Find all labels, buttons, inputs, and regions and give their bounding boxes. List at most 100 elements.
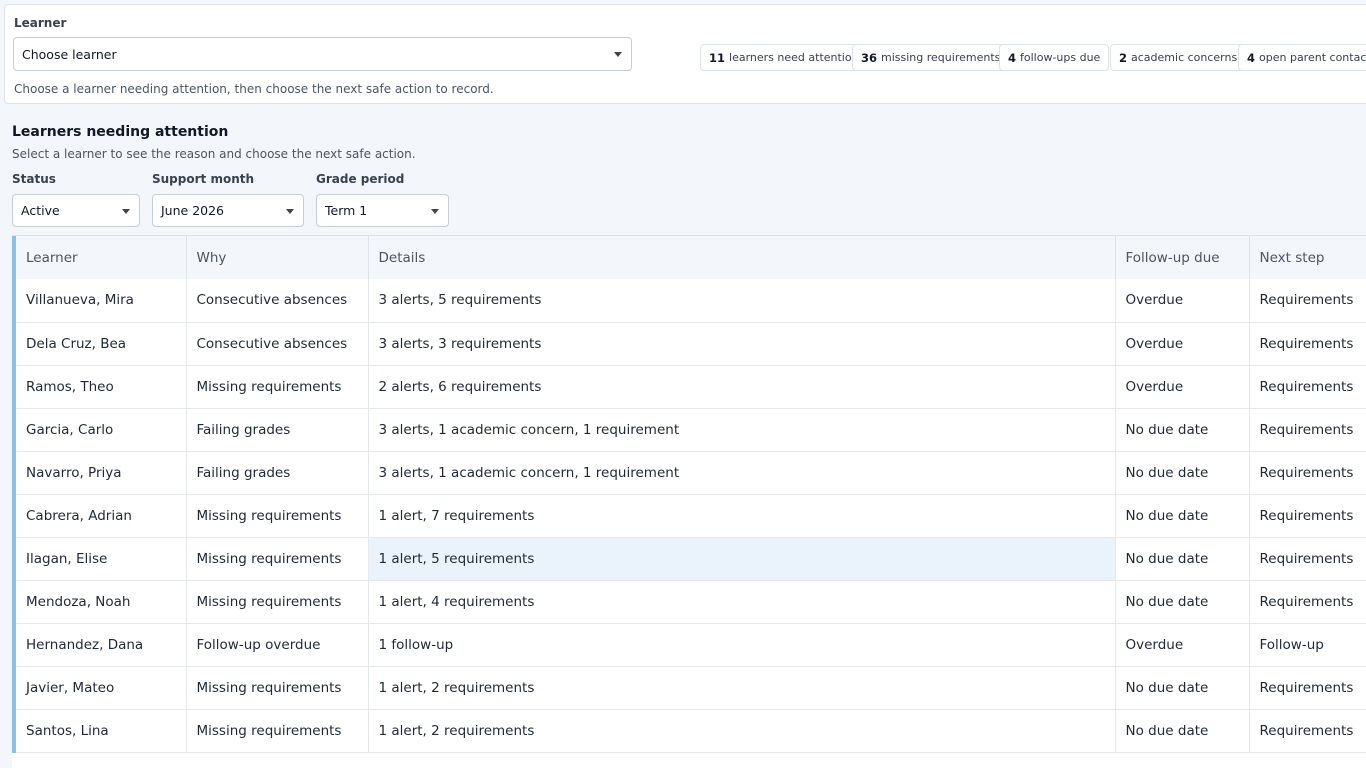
cell-followup-due: No due date xyxy=(1115,580,1250,624)
cell-learner: Dela Cruz, Bea xyxy=(12,322,187,366)
chip-label: open parent contacts xyxy=(1259,51,1366,64)
col-details-header[interactable]: Details xyxy=(368,236,1116,279)
cell-next-step: Requirements xyxy=(1249,709,1366,753)
table-row[interactable]: Javier, Mateo Missing requirements 1 alert… xyxy=(12,666,1366,710)
chip-label: missing requirements xyxy=(881,51,1001,64)
cell-details: 3 alerts, 1 academic concern, 1 requirem… xyxy=(368,451,1116,495)
cell-followup-due: No due date xyxy=(1115,666,1250,710)
cell-next-step: Requirements xyxy=(1249,494,1366,538)
cell-next-step: Requirements xyxy=(1249,408,1366,452)
chip-count: 36 xyxy=(861,50,878,65)
table-row[interactable]: Navarro, Priya Failing grades 3 alerts, 1 … xyxy=(12,451,1366,495)
attention-table-container: Learner Why Details Follow-up due Next s… xyxy=(12,235,1366,768)
col-why-header[interactable]: Why xyxy=(186,236,369,279)
learner-hint: Choose a learner needing attention, then… xyxy=(14,82,494,96)
status-filter-label: Status xyxy=(12,172,56,186)
learner-select[interactable]: Choose learner xyxy=(13,37,632,71)
cell-why: Failing grades xyxy=(186,408,369,452)
table-row[interactable]: Ilagan, Elise Missing requirements 1 alert… xyxy=(12,537,1366,581)
chip-label: academic concerns xyxy=(1131,51,1238,64)
status-filter-value: Active xyxy=(21,203,60,218)
cell-why: Failing grades xyxy=(186,451,369,495)
period-filter-value: Term 1 xyxy=(325,203,368,218)
cell-details: 1 alert, 5 requirements xyxy=(368,537,1116,581)
cell-details: 1 follow-up xyxy=(368,623,1116,667)
section-subtitle: Select a learner to see the reason and c… xyxy=(12,147,416,161)
cell-why: Missing requirements xyxy=(186,666,369,710)
summary-chip-academic[interactable]: 2 academic concerns xyxy=(1110,44,1247,71)
month-filter-label: Support month xyxy=(152,172,255,186)
cell-why: Missing requirements xyxy=(186,365,369,409)
cell-learner: Garcia, Carlo xyxy=(12,408,187,452)
col-nextstep-header[interactable]: Next step xyxy=(1249,236,1366,279)
cell-next-step: Follow-up xyxy=(1249,623,1366,667)
chip-label: follow-ups due xyxy=(1020,51,1101,64)
cell-learner: Javier, Mateo xyxy=(12,666,187,710)
cell-followup-due: Overdue xyxy=(1115,279,1250,323)
cell-details: 3 alerts, 5 requirements xyxy=(368,279,1116,323)
cell-details: 3 alerts, 1 academic concern, 1 requirem… xyxy=(368,408,1116,452)
cell-followup-due: No due date xyxy=(1115,709,1250,753)
summary-chip-missing[interactable]: 36 missing requirements xyxy=(852,44,1010,71)
chevron-down-icon xyxy=(431,208,439,214)
cell-followup-due: No due date xyxy=(1115,408,1250,452)
section-title: Learners needing attention xyxy=(12,124,229,140)
learner-select-value: Choose learner xyxy=(22,46,117,62)
cell-details: 1 alert, 2 requirements xyxy=(368,666,1116,710)
col-followup-header[interactable]: Follow-up due xyxy=(1115,236,1250,279)
table-row[interactable]: Santos, Lina Missing requirements 1 alert,… xyxy=(12,709,1366,753)
learner-panel: Learner Choose learner Choose a learner … xyxy=(4,4,1366,104)
table-row[interactable]: Cabrera, Adrian Missing requirements 1 ale… xyxy=(12,494,1366,538)
table-row[interactable]: Ramos, Theo Missing requirements 2 alerts,… xyxy=(12,365,1366,409)
cell-why: Missing requirements xyxy=(186,494,369,538)
chip-count: 2 xyxy=(1119,50,1128,65)
cell-details: 2 alerts, 6 requirements xyxy=(368,365,1116,409)
status-filter-select[interactable]: Active xyxy=(12,194,140,227)
cell-next-step: Requirements xyxy=(1249,279,1366,323)
cell-why: Missing requirements xyxy=(186,537,369,581)
attention-table: Learner Why Details Follow-up due Next s… xyxy=(12,236,1366,753)
cell-learner: Villanueva, Mira xyxy=(12,279,187,323)
cell-why: Missing requirements xyxy=(186,580,369,624)
cell-next-step: Requirements xyxy=(1249,537,1366,581)
summary-chip-followups[interactable]: 4 follow-ups due xyxy=(999,44,1110,71)
learner-label: Learner xyxy=(14,16,67,30)
month-filter-value: June 2026 xyxy=(161,203,225,218)
month-filter-select[interactable]: June 2026 xyxy=(152,194,304,227)
cell-followup-due: No due date xyxy=(1115,537,1250,581)
table-header-row: Learner Why Details Follow-up due Next s… xyxy=(12,236,1366,279)
cell-followup-due: Overdue xyxy=(1115,322,1250,366)
summary-chip-parent[interactable]: 4 open parent contacts xyxy=(1238,44,1366,71)
cell-next-step: Requirements xyxy=(1249,365,1366,409)
cell-learner: Cabrera, Adrian xyxy=(12,494,187,538)
table-row[interactable]: Hernandez, Dana Follow-up overdue 1 follow… xyxy=(12,623,1366,667)
chevron-down-icon xyxy=(122,208,130,214)
summary-chip-attention[interactable]: 11 learners need attention xyxy=(700,44,868,71)
cell-why: Missing requirements xyxy=(186,709,369,753)
table-row[interactable]: Garcia, Carlo Failing grades 3 alerts, 1 a… xyxy=(12,408,1366,452)
cell-learner: Ramos, Theo xyxy=(12,365,187,409)
chevron-down-icon xyxy=(614,52,622,57)
col-learner-header[interactable]: Learner xyxy=(12,236,187,279)
cell-details: 1 alert, 4 requirements xyxy=(368,580,1116,624)
cell-details: 3 alerts, 3 requirements xyxy=(368,322,1116,366)
chip-count: 11 xyxy=(709,50,726,65)
table-row[interactable]: Dela Cruz, Bea Consecutive absences 3 aler… xyxy=(12,322,1366,366)
cell-why: Follow-up overdue xyxy=(186,623,369,667)
table-row[interactable]: Mendoza, Noah Missing requirements 1 alert… xyxy=(12,580,1366,624)
cell-learner: Hernandez, Dana xyxy=(12,623,187,667)
cell-followup-due: Overdue xyxy=(1115,623,1250,667)
cell-followup-due: No due date xyxy=(1115,451,1250,495)
cell-details: 1 alert, 2 requirements xyxy=(368,709,1116,753)
period-filter-label: Grade period xyxy=(316,172,405,186)
cell-next-step: Requirements xyxy=(1249,666,1366,710)
cell-why: Consecutive absences xyxy=(186,322,369,366)
chip-count: 4 xyxy=(1247,50,1256,65)
table-row[interactable]: Villanueva, Mira Consecutive absences 3 al… xyxy=(12,279,1366,323)
chip-count: 4 xyxy=(1008,50,1017,65)
cell-next-step: Requirements xyxy=(1249,322,1366,366)
cell-details: 1 alert, 7 requirements xyxy=(368,494,1116,538)
period-filter-select[interactable]: Term 1 xyxy=(316,194,449,227)
cell-learner: Ilagan, Elise xyxy=(12,537,187,581)
cell-why: Consecutive absences xyxy=(186,279,369,323)
